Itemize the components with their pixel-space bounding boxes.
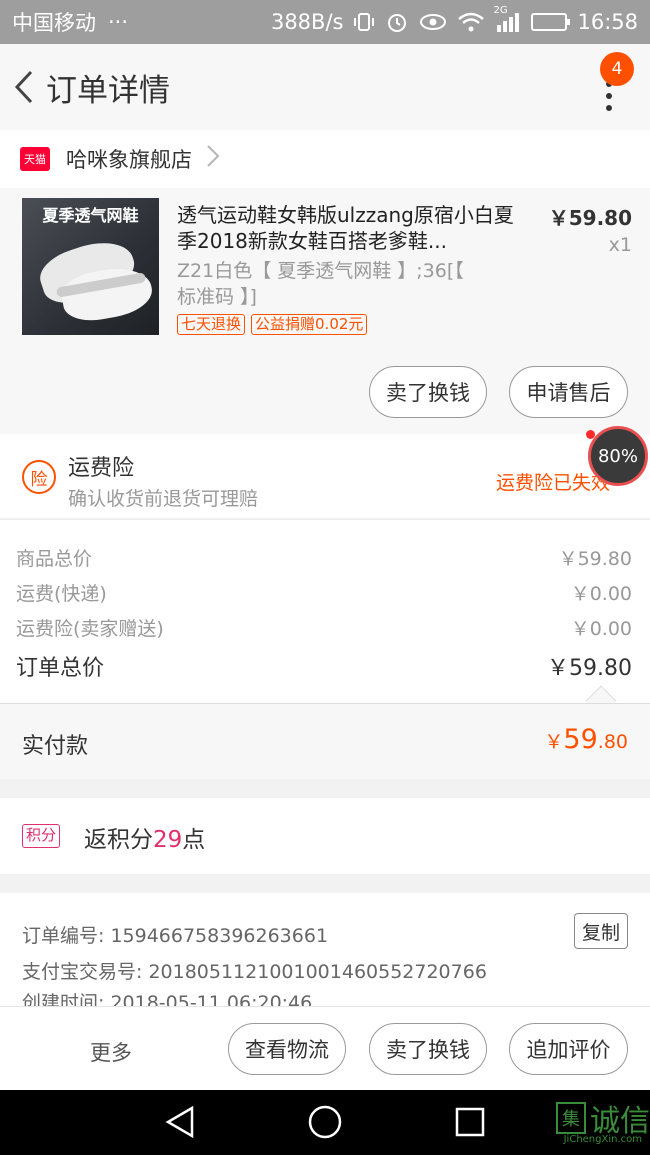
product-tags: 七天退换 公益捐赠0.02元: [177, 314, 368, 335]
after-sale-button[interactable]: 申请售后: [509, 366, 628, 418]
price-summary: 商品总价 ￥59.80 运费(快递) ￥0.00 运费险(卖家赠送) ￥0.00…: [0, 519, 650, 717]
watermark-url: JiChengXin.com: [563, 1134, 642, 1145]
order-total-value: ￥59.80: [547, 656, 632, 681]
summary-value: ￥0.00: [570, 618, 632, 640]
product-price: ￥59.80: [548, 206, 632, 230]
view-logistics-button[interactable]: 查看物流: [228, 1023, 346, 1075]
summary-label: 商品总价: [16, 548, 93, 570]
points-icon: 积分: [22, 824, 61, 848]
sell-button-bottom[interactable]: 卖了换钱: [369, 1023, 487, 1075]
shipping-insurance[interactable]: 险 运费险 确认收货前退货可理赔 运费险已失效: [0, 434, 650, 518]
actual-payment: 实付款 ￥59.80: [0, 703, 650, 779]
product-sku: Z21白色【 夏季透气网鞋 】;36[【 标准码 】]: [177, 260, 464, 308]
nav-home-icon[interactable]: [305, 1104, 345, 1140]
summary-value: ￥59.80: [558, 548, 632, 570]
summary-row-shipping: 运费(快递) ￥0.00: [16, 579, 632, 606]
page-title: 订单详情: [46, 72, 170, 109]
watermark-icon: 集: [556, 1102, 586, 1134]
product-item[interactable]: 夏季透气网鞋 透气运动鞋女韩版ulzzang原宿小白夏季2018新款女鞋百搭老爹…: [0, 188, 650, 434]
summary-value: ￥0.00: [570, 583, 632, 605]
status-dots: ···: [108, 10, 129, 34]
alipay-trade-number: 支付宝交易号: 2018051121001001460552720766: [22, 961, 487, 983]
carrier-name: 中国移动: [12, 11, 96, 35]
points-count: 29: [153, 827, 183, 853]
product-thumbnail[interactable]: 夏季透气网鞋: [22, 198, 159, 335]
battery-icon: [531, 13, 571, 31]
message-count-badge: 4: [600, 52, 634, 86]
store-name: 哈咪象旗舰店: [66, 148, 192, 172]
insurance-icon: 险: [22, 460, 56, 494]
points-suffix: 点: [182, 827, 206, 853]
eye-icon: [419, 12, 447, 32]
add-review-button[interactable]: 追加评价: [509, 1023, 628, 1075]
summary-row-goods: 商品总价 ￥59.80: [16, 544, 632, 571]
product-quantity: x1: [608, 234, 632, 256]
bottom-action-bar: 更多 查看物流 卖了换钱 追加评价: [0, 1006, 650, 1090]
paid-label: 实付款: [22, 734, 89, 759]
tag-seven-day-return: 七天退换: [177, 314, 246, 335]
back-arrow-icon[interactable]: [2, 44, 46, 130]
floating-progress-ball[interactable]: 80%: [588, 426, 648, 486]
product-title[interactable]: 透气运动鞋女韩版ulzzang原宿小白夏季2018新款女鞋百搭老爹鞋...: [177, 202, 517, 254]
network-type: 2G: [493, 5, 508, 16]
summary-row-insurance: 运费险(卖家赠送) ￥0.00: [16, 614, 632, 641]
summary-row-total: 订单总价 ￥59.80: [16, 650, 632, 682]
tmall-icon: 天猫: [20, 147, 50, 171]
vibrate-icon: [353, 11, 375, 33]
points-text: 返积分29点: [84, 820, 205, 854]
sell-button[interactable]: 卖了换钱: [369, 366, 487, 418]
paid-amount: ￥59.80: [544, 724, 628, 755]
tag-charity: 公益捐赠0.02元: [251, 314, 368, 335]
copy-button[interactable]: 复制: [574, 913, 628, 949]
insurance-subtitle: 确认收货前退货可理赔: [68, 488, 259, 510]
paid-currency: ￥: [544, 731, 564, 753]
clock: 16:58: [577, 10, 638, 34]
system-nav-bar: 集 诚信 JiChengXin.com: [0, 1090, 650, 1155]
order-info: 订单编号: 1594667583962636​61 支付宝交易号: 201805…: [0, 893, 650, 1014]
status-bar: 中国移动 ··· 388B/s 2G 16:58: [0, 0, 650, 44]
summary-label: 运费(快递): [16, 583, 107, 605]
thumbnail-label: 夏季透气网鞋: [42, 206, 139, 225]
nav-back-icon[interactable]: [160, 1104, 200, 1140]
summary-label: 运费险(卖家赠送): [16, 618, 164, 640]
app-header: 订单详情 4: [0, 44, 650, 130]
net-speed: 388B/s: [270, 10, 344, 34]
order-number: 订单编号: 1594667583962636​61: [22, 925, 329, 947]
nav-recents-icon[interactable]: [450, 1104, 490, 1140]
paid-decimal: .80: [597, 731, 628, 753]
more-actions-link[interactable]: 更多: [90, 1037, 132, 1067]
wifi-icon: [457, 11, 485, 33]
insurance-title: 运费险: [68, 456, 135, 481]
order-total-label: 订单总价: [16, 656, 105, 681]
reward-points: 积分 返积分29点: [0, 798, 650, 874]
chevron-right-icon: [206, 144, 220, 175]
store-row[interactable]: 天猫 哈咪象旗舰店: [0, 130, 650, 188]
signal-icon: 2G: [493, 5, 521, 33]
alarm-icon: [385, 10, 409, 34]
points-prefix: 返积分: [84, 827, 153, 853]
paid-integer: 59: [563, 724, 598, 755]
